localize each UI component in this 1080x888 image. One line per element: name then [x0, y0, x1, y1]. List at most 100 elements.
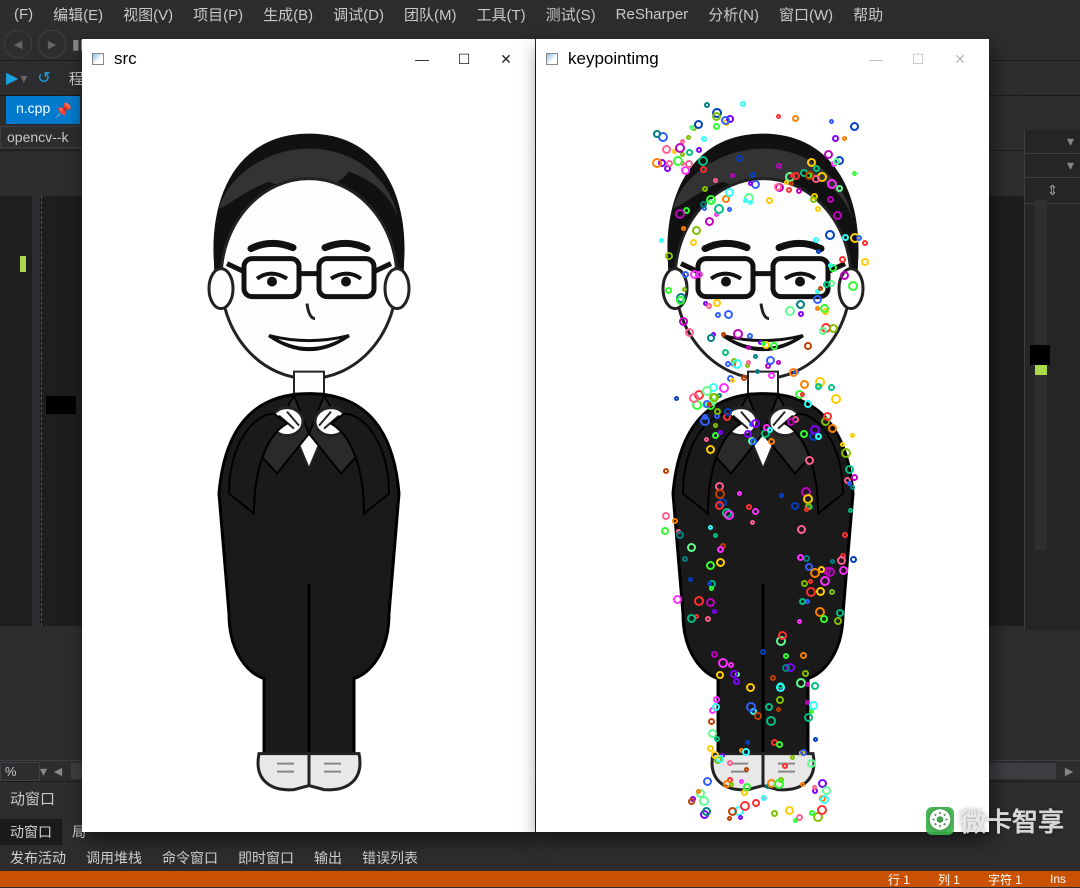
scroll-left-icon[interactable]: ◄: [47, 763, 69, 779]
keypoint-marker: [714, 408, 721, 415]
change-marker: [20, 256, 26, 272]
keypoint-marker: [834, 617, 842, 625]
keypoint-marker: [685, 160, 693, 168]
keypoint-marker: [736, 155, 743, 162]
keypoint-window: keypointimg — ☐ ✕: [536, 39, 989, 832]
window-icon: [90, 51, 106, 67]
status-col: 列 1: [924, 871, 974, 888]
selection-marker: [46, 396, 76, 414]
output-tab[interactable]: 输出: [304, 845, 352, 871]
keypoint-titlebar[interactable]: keypointimg — ☐ ✕: [536, 39, 989, 79]
menu-item[interactable]: ReSharper: [606, 2, 699, 27]
keypoint-marker: [833, 158, 840, 165]
minimap-viewport[interactable]: [1030, 345, 1050, 365]
keypoint-marker: [712, 112, 721, 121]
minimize-button[interactable]: —: [401, 44, 443, 74]
menu-item[interactable]: 项目(P): [183, 0, 253, 29]
keypoint-marker: [716, 558, 725, 567]
keypoint-marker: [676, 531, 684, 539]
output-tab[interactable]: 调用堆栈: [76, 845, 152, 871]
menu-item[interactable]: 帮助: [843, 0, 893, 29]
menu-item[interactable]: 生成(B): [253, 0, 323, 29]
wechat-icon: ❂: [926, 807, 954, 835]
output-tab[interactable]: 错误列表: [352, 845, 428, 871]
panel-dropdown[interactable]: ▾: [1025, 130, 1080, 154]
scroll-right-icon[interactable]: ►: [1058, 763, 1080, 779]
keypoint-marker: [694, 120, 703, 129]
keypoint-marker: [702, 386, 712, 396]
panel-dropdown-2[interactable]: ▾: [1025, 154, 1080, 178]
keypoint-marker: [789, 181, 794, 186]
output-tab[interactable]: 发布活动: [0, 845, 76, 871]
menu-item[interactable]: 测试(S): [536, 0, 606, 29]
minimap-track[interactable]: [1035, 200, 1047, 550]
src-titlebar[interactable]: src — ☐ ✕: [82, 39, 535, 79]
zoom-input[interactable]: %: [0, 762, 40, 781]
menu-item[interactable]: 窗口(W): [769, 0, 843, 29]
menu-item[interactable]: 分析(N): [698, 0, 769, 29]
play-icon[interactable]: ▶: [6, 68, 18, 88]
nav-fwd-button[interactable]: ►: [38, 30, 66, 58]
keypoint-marker: [729, 782, 734, 787]
keypoint-marker: [665, 252, 673, 260]
minimize-button[interactable]: —: [855, 44, 897, 74]
nav-back-button[interactable]: ◄: [4, 30, 32, 58]
collapse-icon[interactable]: ⇕: [1025, 178, 1080, 204]
indent-guide: [41, 196, 42, 626]
output-tab[interactable]: 即时窗口: [228, 845, 304, 871]
file-tab[interactable]: n.cpp 📌: [6, 96, 80, 124]
keypoint-marker: [688, 798, 695, 805]
keypoint-marker: [798, 311, 804, 317]
editor-gutter: [32, 196, 40, 626]
keypoint-marker: [776, 707, 781, 712]
keypoint-marker: [785, 806, 794, 815]
menu-item[interactable]: 编辑(E): [43, 0, 113, 29]
menu-item[interactable]: (F): [4, 2, 43, 27]
keypoint-marker: [712, 609, 717, 614]
keypoint-marker: [751, 419, 760, 428]
keypoint-marker: [728, 662, 734, 668]
keypoint-marker: [692, 226, 701, 235]
keypoint-marker: [828, 263, 833, 268]
maximize-button[interactable]: ☐: [443, 44, 485, 74]
keypoint-marker: [713, 178, 718, 183]
chevron-down-icon[interactable]: ▾: [20, 70, 27, 87]
keypoint-marker: [820, 795, 829, 804]
continue-icon[interactable]: ↺: [37, 68, 50, 88]
menu-item[interactable]: 工具(T): [466, 0, 535, 29]
keypoint-marker: [761, 341, 766, 346]
close-button[interactable]: ✕: [485, 44, 527, 74]
keypoint-marker: [687, 614, 696, 623]
output-tab[interactable]: 命令窗口: [152, 845, 228, 871]
keypoint-marker: [702, 186, 708, 192]
maximize-button[interactable]: ☐: [897, 44, 939, 74]
keypoint-marker: [829, 324, 838, 333]
keypoint-marker: [803, 555, 810, 562]
keypoint-marker: [779, 493, 784, 498]
keypoint-marker: [689, 393, 699, 403]
keypoint-marker: [786, 187, 792, 193]
keypoint-marker: [768, 438, 775, 445]
menu-item[interactable]: 视图(V): [113, 0, 183, 29]
keypoint-marker: [752, 799, 760, 807]
keypoint-marker: [740, 101, 746, 107]
keypoint-marker: [839, 256, 846, 263]
keypoint-marker: [713, 123, 720, 130]
menu-item[interactable]: 团队(M): [394, 0, 467, 29]
keypoint-marker: [715, 312, 721, 318]
src-canvas: [82, 79, 535, 832]
keypoint-marker: [789, 368, 798, 377]
keypoint-marker: [816, 249, 821, 254]
navigator-combo[interactable]: opencv--k: [0, 126, 84, 148]
keypoint-marker: [696, 789, 701, 794]
keypoint-marker: [830, 559, 835, 564]
keypoint-marker: [702, 807, 711, 816]
src-title: src: [114, 49, 401, 69]
keypoint-marker: [698, 156, 708, 166]
keypoint-marker: [787, 418, 795, 426]
pin-icon[interactable]: 📌: [55, 102, 72, 119]
menu-item[interactable]: 调试(D): [323, 0, 394, 29]
keypoint-marker: [817, 805, 827, 815]
close-button[interactable]: ✕: [939, 44, 981, 74]
autos-tab[interactable]: 动窗口: [0, 819, 62, 845]
